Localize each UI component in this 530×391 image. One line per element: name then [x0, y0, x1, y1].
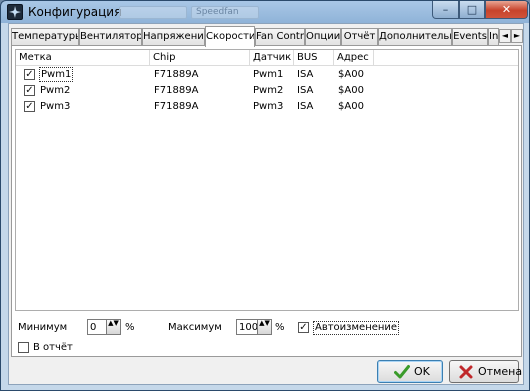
row-bus: ISA	[297, 101, 314, 112]
tab-advanced[interactable]: Дополнительно	[378, 28, 452, 46]
speedfan-app-icon	[7, 4, 23, 20]
row-sensor: Pwm3	[253, 101, 284, 112]
dialog-client-area: Температуры Вентиляторы Напряжения Скоро…	[8, 23, 524, 385]
minimum-label: Минимум	[18, 322, 68, 333]
row-address: $A00	[338, 85, 364, 96]
auto-change-checkbox[interactable]: ✓	[298, 322, 309, 333]
maximum-stepper[interactable]: 100 ▲▼	[236, 319, 272, 335]
tab-options[interactable]: Опции	[305, 28, 341, 46]
checkmark-icon	[394, 364, 410, 380]
row-checkbox[interactable]: ✓	[24, 101, 35, 112]
cancel-x-icon	[458, 364, 474, 380]
cancel-label: Отмена	[478, 365, 523, 378]
title-bar[interactable]: Конфигурация Speedfan – □ ✕	[1, 1, 529, 23]
minimum-unit: %	[125, 322, 135, 333]
tab-voltages[interactable]: Напряжения	[142, 28, 205, 46]
minimum-value: 0	[90, 322, 97, 333]
speeds-panel: Метка Chip Датчик BUS Адрес ✓ Pwm1 F7188…	[11, 45, 522, 357]
tab-in[interactable]: In	[488, 28, 499, 46]
background-field	[119, 6, 187, 19]
row-label: Pwm3	[40, 101, 71, 112]
tab-fan-control[interactable]: Fan Control	[255, 28, 305, 46]
maximize-button[interactable]: □	[459, 1, 485, 19]
row-chip: F71889A	[154, 69, 199, 80]
minimum-stepper[interactable]: 0 ▲▼	[87, 319, 121, 335]
close-button[interactable]: ✕	[485, 1, 528, 19]
auto-change-label[interactable]: Автоизменение	[313, 321, 400, 335]
maximum-unit: %	[275, 322, 285, 333]
column-header-label[interactable]: Метка	[16, 50, 150, 66]
row-bus: ISA	[297, 69, 314, 80]
tab-speeds[interactable]: Скорости	[205, 26, 255, 47]
in-report-checkbox[interactable]	[18, 342, 29, 353]
row-checkbox[interactable]: ✓	[24, 85, 35, 96]
speed-settings: Минимум 0 ▲▼ % Максимум 100 ▲▼ % ✓ Автои…	[12, 314, 521, 358]
tab-report[interactable]: Отчёт	[341, 28, 378, 46]
tab-fans[interactable]: Вентиляторы	[79, 28, 142, 46]
tab-strip: Температуры Вентиляторы Напряжения Скоро…	[11, 26, 523, 47]
table-row[interactable]: ✓ Pwm3 F71889A Pwm3 ISA $A00	[16, 99, 518, 115]
row-sensor: Pwm2	[253, 85, 284, 96]
row-checkbox[interactable]: ✓	[24, 69, 35, 80]
column-header-bus[interactable]: BUS	[294, 50, 334, 66]
minimize-button[interactable]: –	[432, 1, 459, 19]
column-header-sensor[interactable]: Датчик	[250, 50, 294, 66]
row-sensor: Pwm1	[253, 69, 284, 80]
window-title: Конфигурация	[28, 5, 122, 19]
column-header-chip[interactable]: Chip	[150, 50, 250, 66]
maximum-spin-button[interactable]: ▲▼	[257, 320, 271, 334]
ok-label: OK	[414, 365, 430, 378]
cancel-button[interactable]: Отмена	[449, 360, 523, 383]
maximum-value: 100	[239, 322, 259, 333]
background-field-speedfan: Speedfan	[191, 6, 259, 19]
ok-button[interactable]: OK	[377, 360, 443, 383]
row-chip: F71889A	[154, 101, 199, 112]
config-window: Конфигурация Speedfan – □ ✕ Температуры …	[0, 0, 530, 391]
row-label: Pwm2	[40, 85, 71, 96]
tab-scroll-left[interactable]: ◄	[499, 29, 511, 43]
row-bus: ISA	[297, 85, 314, 96]
tab-events[interactable]: Events	[452, 28, 488, 46]
row-address: $A00	[338, 101, 364, 112]
row-chip: F71889A	[154, 85, 199, 96]
row-address: $A00	[338, 69, 364, 80]
row-label: Pwm1	[39, 67, 74, 82]
list-header: Метка Chip Датчик BUS Адрес	[16, 50, 518, 66]
tab-scroll-right[interactable]: ►	[511, 29, 523, 43]
tab-temperatures[interactable]: Температуры	[11, 28, 79, 46]
maximum-label: Максимум	[168, 322, 222, 333]
in-report-label[interactable]: В отчёт	[33, 342, 73, 354]
minimum-spin-button[interactable]: ▲▼	[106, 320, 120, 334]
table-row[interactable]: ✓ Pwm2 F71889A Pwm2 ISA $A00	[16, 83, 518, 99]
table-row[interactable]: ✓ Pwm1 F71889A Pwm1 ISA $A00	[16, 67, 518, 83]
column-header-address[interactable]: Адрес	[334, 50, 374, 66]
speeds-list[interactable]: Метка Chip Датчик BUS Адрес ✓ Pwm1 F7188…	[15, 49, 519, 311]
